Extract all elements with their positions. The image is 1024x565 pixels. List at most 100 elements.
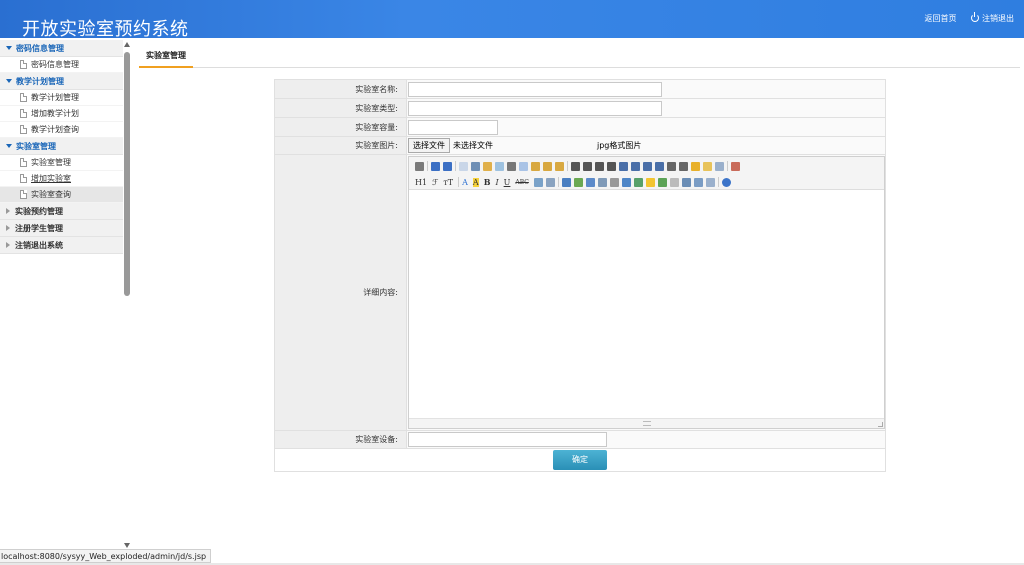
- sidebar-item-add-teaching-plan[interactable]: 增加教学计划: [0, 106, 123, 122]
- paste-word-icon[interactable]: [555, 161, 564, 171]
- detail-content-label: 详细内容:: [274, 154, 407, 431]
- tab-bar: 实验室管理: [139, 46, 1020, 68]
- indent-icon[interactable]: [643, 161, 652, 171]
- menu-group-label: 教学计划管理: [16, 77, 64, 86]
- quick-format-icon[interactable]: [703, 161, 712, 171]
- scroll-down-arrow-icon[interactable]: [124, 543, 130, 548]
- submit-button[interactable]: 确定: [553, 450, 607, 470]
- multi-image-icon[interactable]: [573, 177, 583, 187]
- tab-lab-management[interactable]: 实验室管理: [139, 46, 193, 68]
- remove-format-icon[interactable]: [545, 177, 555, 187]
- copy-icon[interactable]: [519, 161, 528, 171]
- menu-group-logout[interactable]: 注销退出系统: [0, 237, 123, 254]
- redo-icon[interactable]: [443, 161, 452, 171]
- lab-type-label: 实验室类型:: [274, 98, 407, 118]
- map-icon[interactable]: [657, 177, 667, 187]
- menu-group-students[interactable]: 注册学生管理: [0, 220, 123, 237]
- collapsed-arrow-icon: [6, 225, 10, 231]
- align-center-icon[interactable]: [583, 161, 592, 171]
- paste-text-icon[interactable]: [543, 161, 552, 171]
- unordered-list-icon[interactable]: [631, 161, 640, 171]
- heading-button[interactable]: H1: [415, 178, 427, 187]
- paste-icon[interactable]: [531, 161, 540, 171]
- fullscreen-icon[interactable]: [731, 161, 740, 171]
- italic-button[interactable]: I: [495, 178, 498, 187]
- code-icon[interactable]: [495, 161, 504, 171]
- sidebar-item-lab-management[interactable]: 实验室管理: [0, 155, 123, 171]
- lab-capacity-input[interactable]: [408, 119, 498, 135]
- unlink-icon[interactable]: [705, 177, 715, 187]
- lab-equipment-label: 实验室设备:: [274, 430, 407, 449]
- sidebar-item-lab-query[interactable]: 实验室查询: [0, 187, 123, 203]
- lab-type-input[interactable]: [408, 100, 662, 116]
- resize-handle-icon[interactable]: [643, 421, 651, 426]
- sidebar-scrollbar[interactable]: [123, 40, 131, 550]
- file-status-text: 未选择文件: [453, 141, 493, 150]
- logout-link-label: 注销退出: [982, 14, 1014, 23]
- image-icon[interactable]: [561, 177, 571, 187]
- expand-arrow-icon: [6, 46, 12, 50]
- lab-equipment-input[interactable]: [408, 432, 607, 447]
- align-left-icon[interactable]: [571, 161, 580, 171]
- ordered-list-icon[interactable]: [619, 161, 628, 171]
- sidebar-item-teaching-plan-management[interactable]: 教学计划管理: [0, 90, 123, 106]
- print-icon[interactable]: [471, 161, 480, 171]
- font-family-button[interactable]: ℱ: [432, 178, 438, 187]
- sidebar-item-password-management[interactable]: 密码信息管理: [0, 57, 123, 73]
- page-break-icon[interactable]: [669, 177, 679, 187]
- toolbar-separator: [567, 161, 568, 171]
- choose-file-button[interactable]: 选择文件: [408, 138, 450, 153]
- superscript-icon[interactable]: [679, 161, 688, 171]
- toolbar-separator: [717, 177, 719, 187]
- sidebar-item-label: 增加教学计划: [31, 109, 79, 118]
- source-code-icon[interactable]: [415, 161, 424, 171]
- bold-button[interactable]: B: [484, 177, 491, 187]
- highlight-button[interactable]: A: [472, 177, 479, 187]
- logout-link[interactable]: 注销退出: [971, 12, 1014, 23]
- attachment-icon[interactable]: [609, 177, 619, 187]
- flash-icon[interactable]: [585, 177, 595, 187]
- collapsed-arrow-icon: [6, 208, 10, 214]
- menu-group-label: 实验室管理: [16, 142, 56, 151]
- clear-format-icon[interactable]: [691, 161, 700, 171]
- preview-icon[interactable]: [459, 161, 468, 171]
- sidebar-item-add-lab[interactable]: 增加实验室: [0, 171, 123, 187]
- lab-name-input[interactable]: [408, 81, 662, 97]
- outdent-icon[interactable]: [655, 161, 664, 171]
- editor-content-area[interactable]: [409, 190, 884, 418]
- menu-group-lab[interactable]: 实验室管理: [0, 138, 123, 155]
- table-icon[interactable]: [621, 177, 631, 187]
- cut-icon[interactable]: [507, 161, 516, 171]
- toolbar-row-2: H1 ℱ тT A A B I U ABC: [415, 176, 734, 188]
- anchor-icon[interactable]: [681, 177, 691, 187]
- menu-group-label: 实验预约管理: [15, 207, 63, 216]
- menu-group-teaching-plan[interactable]: 教学计划管理: [0, 73, 123, 90]
- font-color-button[interactable]: A: [462, 178, 468, 187]
- align-right-icon[interactable]: [595, 161, 604, 171]
- scroll-thumb[interactable]: [124, 52, 130, 296]
- scroll-up-arrow-icon[interactable]: [124, 42, 130, 47]
- lab-form: 实验室名称: 实验室类型: 实验室容量: 实验室图片: 选择文件 未选择文件 jpg…: [274, 79, 886, 472]
- help-icon[interactable]: [721, 177, 731, 187]
- font-size-button[interactable]: тT: [443, 178, 453, 187]
- media-icon[interactable]: [597, 177, 607, 187]
- template-icon[interactable]: [483, 161, 492, 171]
- sidebar-item-label: 教学计划查询: [31, 125, 79, 134]
- strikethrough-button[interactable]: ABC: [515, 179, 528, 186]
- sidebar-item-teaching-plan-query[interactable]: 教学计划查询: [0, 122, 123, 138]
- menu-group-label: 注销退出系统: [15, 241, 63, 250]
- expand-arrow-icon: [6, 144, 12, 148]
- line-height-icon[interactable]: [533, 177, 543, 187]
- underline-button[interactable]: U: [504, 178, 511, 187]
- resize-corner-icon[interactable]: [878, 422, 883, 427]
- emoticon-icon[interactable]: [645, 177, 655, 187]
- home-link[interactable]: 返回首页: [924, 14, 956, 23]
- select-all-icon[interactable]: [715, 161, 724, 171]
- menu-group-reservation[interactable]: 实验预约管理: [0, 203, 123, 220]
- subscript-icon[interactable]: [667, 161, 676, 171]
- undo-icon[interactable]: [431, 161, 440, 171]
- menu-group-password[interactable]: 密码信息管理: [0, 40, 123, 57]
- link-icon[interactable]: [693, 177, 703, 187]
- horizontal-rule-icon[interactable]: [633, 177, 643, 187]
- align-justify-icon[interactable]: [607, 161, 616, 171]
